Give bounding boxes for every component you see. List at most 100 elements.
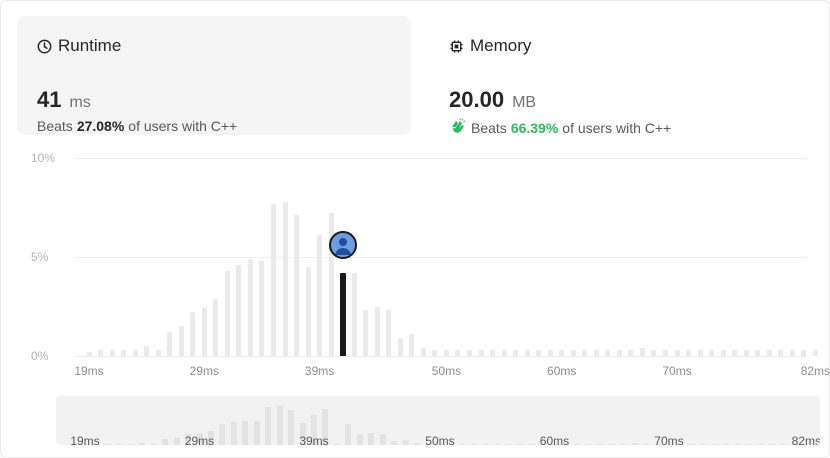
distribution-bar[interactable]	[674, 350, 680, 356]
overview-bar	[608, 443, 615, 445]
overview-bar	[459, 443, 466, 445]
distribution-bar[interactable]	[513, 350, 519, 356]
your-runtime-bar[interactable]	[339, 272, 346, 356]
distribution-bar[interactable]	[190, 312, 196, 356]
overview-bar	[345, 424, 352, 445]
distribution-bar[interactable]	[605, 350, 611, 356]
overview-bar	[402, 439, 409, 445]
distribution-bar[interactable]	[386, 310, 392, 356]
distribution-bar[interactable]	[651, 350, 657, 356]
distribution-bar[interactable]	[570, 350, 576, 356]
distribution-bar[interactable]	[766, 350, 772, 356]
memory-beats-pct: 66.39%	[510, 120, 559, 136]
distribution-bar[interactable]	[778, 350, 784, 356]
overview-bar	[104, 443, 111, 445]
clock-icon	[37, 39, 52, 54]
distribution-bar[interactable]	[524, 350, 530, 356]
memory-card[interactable]: Memory 20.00 MB Beats 66.39% of users wi…	[429, 16, 823, 136]
distribution-bar[interactable]	[466, 350, 472, 356]
distribution-bar[interactable]	[639, 348, 645, 356]
distribution-bar[interactable]	[789, 350, 795, 356]
runtime-header: Runtime	[37, 36, 121, 56]
overview-bar	[585, 443, 592, 445]
gridline	[75, 158, 807, 159]
distribution-bar[interactable]	[86, 352, 92, 356]
distribution-bar[interactable]	[178, 326, 184, 356]
distribution-bar[interactable]	[363, 310, 369, 356]
overview-x-label: 82ms	[791, 434, 820, 445]
distribution-bar[interactable]	[167, 332, 173, 356]
distribution-bar[interactable]	[536, 350, 542, 356]
distribution-bar[interactable]	[270, 203, 276, 356]
x-tick-label: 19ms	[74, 364, 104, 378]
gridline	[75, 356, 807, 357]
distribution-bar[interactable]	[155, 350, 161, 356]
distribution-bar[interactable]	[443, 350, 449, 356]
distribution-bar[interactable]	[732, 350, 738, 356]
overview-bar	[643, 443, 650, 445]
distribution-bar[interactable]	[144, 346, 150, 356]
distribution-bar[interactable]	[132, 350, 138, 356]
overview-bar	[711, 443, 718, 445]
distribution-bar[interactable]	[755, 350, 761, 356]
runtime-unit: ms	[69, 94, 91, 111]
distribution-bar[interactable]	[501, 350, 507, 356]
distribution-bar[interactable]	[628, 350, 634, 356]
overview-bar	[746, 443, 753, 445]
overview-bar	[700, 443, 707, 445]
runtime-card[interactable]: Runtime 41 ms Beats 27.08% of users with…	[17, 16, 411, 135]
y-tick-label: 10%	[31, 151, 56, 165]
overview-bar	[265, 406, 272, 445]
distribution-bar[interactable]	[201, 308, 207, 356]
distribution-bar[interactable]	[478, 350, 484, 356]
overview-bar	[471, 443, 478, 445]
overview-bar	[333, 443, 340, 445]
memory-header: Memory	[449, 36, 531, 56]
distribution-bar[interactable]	[559, 350, 565, 356]
distribution-bar[interactable]	[593, 350, 599, 356]
distribution-bar[interactable]	[686, 350, 692, 356]
runtime-beats-pct: 27.08%	[76, 118, 125, 134]
overview-bar	[230, 422, 237, 445]
distribution-bar[interactable]	[317, 235, 323, 356]
distribution-bar[interactable]	[490, 350, 496, 356]
distribution-bar[interactable]	[224, 270, 230, 356]
distribution-bar[interactable]	[351, 272, 357, 356]
distribution-bar[interactable]	[697, 350, 703, 356]
distribution-bar[interactable]	[98, 350, 104, 356]
distribution-bar[interactable]	[720, 350, 726, 356]
distribution-bar[interactable]	[109, 350, 115, 356]
distribution-bar[interactable]	[397, 338, 403, 356]
distribution-bar[interactable]	[236, 264, 242, 356]
runtime-title: Runtime	[58, 36, 122, 55]
distribution-bar[interactable]	[247, 258, 253, 356]
overview-bar	[150, 443, 157, 445]
distribution-bar[interactable]	[616, 350, 622, 356]
overview-bar	[391, 440, 398, 445]
distribution-bar[interactable]	[812, 350, 818, 356]
distribution-bar[interactable]	[294, 215, 300, 356]
distribution-bar[interactable]	[121, 350, 127, 356]
distribution-bar[interactable]	[213, 298, 219, 356]
distribution-bar[interactable]	[663, 350, 668, 356]
distribution-bar[interactable]	[374, 306, 380, 356]
distribution-bar[interactable]	[455, 350, 461, 356]
x-tick-label: 50ms	[431, 364, 462, 378]
x-tick-label: 82ms	[800, 364, 830, 378]
distribution-bar[interactable]	[801, 350, 807, 356]
distribution-bar[interactable]	[420, 348, 426, 356]
memory-title: Memory	[470, 36, 532, 55]
distribution-bar[interactable]	[709, 350, 715, 356]
distribution-bar[interactable]	[743, 350, 749, 356]
memory-unit: MB	[512, 94, 537, 111]
overview-bar	[757, 443, 764, 445]
overview-bar	[368, 432, 375, 445]
distribution-bar[interactable]	[282, 201, 288, 356]
distribution-bar[interactable]	[582, 350, 588, 356]
distribution-bar[interactable]	[409, 334, 415, 356]
distribution-bar[interactable]	[432, 350, 438, 356]
distribution-bar[interactable]	[305, 266, 311, 356]
range-overview-scrollbar[interactable]: 19ms 29ms 39ms 50ms 60ms 70ms 82ms	[56, 396, 820, 445]
distribution-bar[interactable]	[547, 350, 553, 356]
distribution-bar[interactable]	[259, 260, 265, 356]
